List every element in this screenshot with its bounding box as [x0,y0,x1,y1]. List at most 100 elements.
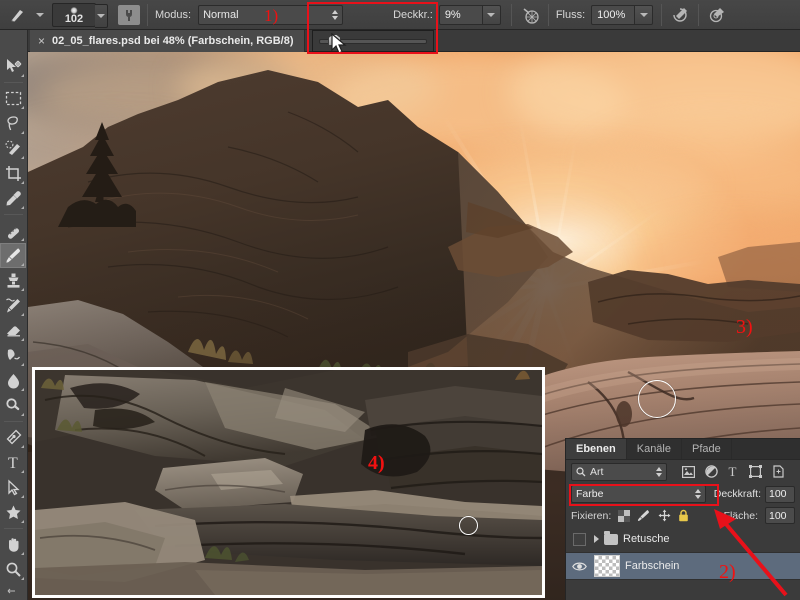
annotation-4: 4) [368,452,385,475]
visibility-toggle-farbschein[interactable] [569,561,589,572]
blend-mode-value: Normal [203,9,238,21]
pen-tool[interactable] [0,425,26,450]
tablet-pressure-icon[interactable] [118,5,140,25]
eraser-tool[interactable] [0,318,26,343]
layer-opacity-value: 100 [769,488,787,500]
symmetry-icon[interactable] [706,4,728,26]
smoothing-icon[interactable] [669,4,691,26]
layer-name-retusche: Retusche [623,533,669,545]
panel-tab-strip: Ebenen Kanäle Pfade [566,439,800,460]
layer-lock-row: Fixieren: Fläche: 100 [566,505,800,526]
healing-brush-tool[interactable] [0,218,26,243]
brush-cursor-main [638,380,676,418]
move-tool[interactable] [0,54,26,79]
document-tab[interactable]: × 02_05_flares.psd bei 48% (Farbschein, … [30,30,305,52]
shape-tool[interactable] [0,500,26,525]
visibility-toggle-retusche[interactable] [569,533,589,546]
inset-photograph [35,370,542,595]
layer-filter-select[interactable]: Art [571,463,667,481]
search-icon [576,467,586,477]
tab-kanaele-label: Kanäle [637,443,671,455]
document-tab-title: 02_05_flares.psd bei 48% (Farbschein, RG… [52,35,294,47]
clone-stamp-tool[interactable] [0,268,26,293]
brush-preset-dropdown-arrow[interactable] [36,13,44,17]
smart-object-filter-icon[interactable] [772,465,785,478]
table-row[interactable]: Retusche [566,526,800,553]
flow-value-field[interactable]: 100% [591,5,635,25]
layer-name-farbschein: Farbschein [625,560,679,572]
annotation-3: 3) [736,316,753,339]
type-tool[interactable]: T [0,450,26,475]
divider [511,4,512,26]
fill-value: 100 [769,510,787,522]
mouse-cursor-icon [330,33,350,57]
brush-size-box[interactable]: 102 [52,3,96,27]
eye-icon[interactable] [572,561,587,572]
tab-kanaele[interactable]: Kanäle [627,439,682,459]
dodge-tool[interactable] [0,393,26,418]
lasso-tool[interactable] [0,111,26,136]
lock-image-icon[interactable] [637,509,651,522]
tab-ebenen-label: Ebenen [576,443,616,455]
opacity-value: 9% [445,9,461,21]
shape-filter-icon[interactable] [749,465,762,478]
opacity-dropdown-arrow[interactable] [483,5,501,25]
svg-text:T: T [729,465,737,478]
layer-blend-mode-value: Farbe [576,488,603,500]
expand-group-icon[interactable] [594,535,599,543]
layer-blend-mode-select[interactable]: Farbe [571,485,706,503]
divider [661,4,662,26]
divider [147,4,148,26]
layer-filter-stepper[interactable] [650,467,662,477]
blur-tool[interactable] [0,368,26,393]
brush-tool[interactable] [0,243,26,268]
tab-pfade-label: Pfade [692,443,721,455]
layer-filter-row: Art T [566,460,800,483]
path-selection-tool[interactable] [0,475,26,500]
brush-preset-icon[interactable] [6,2,30,27]
lock-position-icon[interactable] [658,509,671,522]
lock-all-icon[interactable] [678,509,689,522]
tool-options-bar: 102 Modus: Normal Deckkr.: 9% Fluss: [0,0,800,30]
quick-selection-tool[interactable] [0,136,26,161]
history-brush-tool[interactable] [0,293,26,318]
tab-ebenen[interactable]: Ebenen [566,439,627,459]
more-tools-icon[interactable] [0,582,26,596]
eyedropper-tool[interactable] [0,186,26,211]
zoom-tool[interactable] [0,557,26,582]
adjustment-filter-icon[interactable] [705,465,718,478]
gradient-tool[interactable] [0,343,26,368]
flow-value: 100% [597,9,625,21]
layer-blend-stepper[interactable] [689,489,701,499]
layer-opacity-label: Deckkraft: [714,488,761,500]
layers-panel: Ebenen Kanäle Pfade Art [565,438,800,600]
lock-transparency-icon[interactable] [618,510,630,522]
svg-text:T: T [8,455,18,471]
tools-panel: T [0,30,28,600]
folder-icon [604,534,618,545]
layer-opacity-field[interactable]: 100 [765,486,795,503]
fill-field[interactable]: 100 [765,507,795,524]
airbrush-toggle-icon[interactable] [519,4,541,26]
tab-pfade[interactable]: Pfade [682,439,732,459]
type-filter-icon[interactable]: T [728,465,739,478]
close-icon[interactable]: × [38,34,45,48]
flow-dropdown-arrow[interactable] [635,5,653,25]
layer-filter-value: Art [590,466,603,478]
crop-tool[interactable] [0,161,26,186]
annotation-2: 2) [719,561,736,584]
layer-filter-icons: T [682,465,785,478]
brush-tip-preview-icon [71,7,78,14]
brush-cursor-inset [459,516,478,535]
opacity-value-field[interactable]: 9% [439,5,483,25]
fill-label: Fläche: [724,510,758,522]
table-row[interactable]: Farbschein [566,553,800,580]
brush-size-dropdown-arrow[interactable] [95,4,108,28]
marquee-tool[interactable] [0,86,26,111]
zoom-inset-preview: 4) [32,367,545,598]
layer-thumbnail-farbschein[interactable] [594,555,620,577]
hand-tool[interactable] [0,532,26,557]
layer-blend-row: Farbe Deckkraft: 100 [566,483,800,505]
blend-mode-stepper[interactable] [326,10,338,20]
image-filter-icon[interactable] [682,466,695,478]
